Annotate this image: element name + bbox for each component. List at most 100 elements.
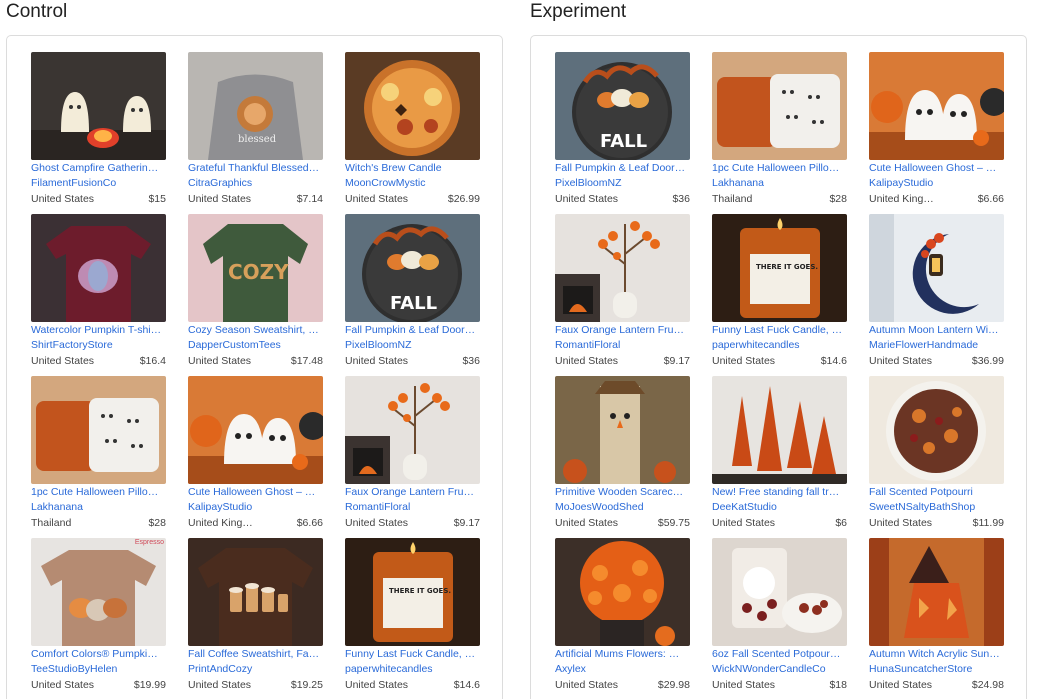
shop-name-link[interactable]: WickNWonderCandleCo bbox=[712, 661, 847, 677]
listing-title-link[interactable]: Witch's Brew Candle bbox=[345, 162, 480, 175]
lantern-fruit-image[interactable] bbox=[345, 376, 480, 484]
experiment-listing-card[interactable]: Cute Halloween Ghost – … KalipayStudio Uni… bbox=[869, 52, 1004, 214]
moon-lantern-image[interactable] bbox=[869, 214, 1004, 322]
listing-meta: United States $7.14 bbox=[188, 191, 323, 207]
shop-name-link[interactable]: ShirtFactoryStore bbox=[31, 337, 166, 353]
orange-candle-image[interactable] bbox=[345, 52, 480, 160]
experiment-listing-card[interactable]: FALL Fall Pumpkin & Leaf Door… PixelBloomN… bbox=[555, 52, 690, 214]
listing-price: $6.66 bbox=[296, 517, 323, 529]
shop-name-link[interactable]: FilamentFusionCo bbox=[31, 175, 166, 191]
shop-name-link[interactable]: RomantiFloral bbox=[555, 337, 690, 353]
pumpkin-shirt-image[interactable]: Espresso bbox=[31, 538, 166, 646]
shop-name-link[interactable]: DapperCustomTees bbox=[188, 337, 323, 353]
experiment-listing-card[interactable]: Autumn Moon Lantern Wi… MarieFlowerHandma… bbox=[869, 214, 1004, 376]
control-listing-card[interactable]: Fall Coffee Sweatshirt, Fa… PrintAndCozy U… bbox=[188, 538, 323, 699]
wooden-scarecrow-image[interactable] bbox=[555, 376, 690, 484]
cozy-sweatshirt-image[interactable]: COZY bbox=[188, 214, 323, 322]
experiment-listing-card[interactable]: Fall Scented Potpourri SweetNSaltyBathSho… bbox=[869, 376, 1004, 538]
listing-title-link[interactable]: Cute Halloween Ghost – … bbox=[188, 486, 323, 499]
shop-name-link[interactable]: paperwhitecandles bbox=[345, 661, 480, 677]
listing-title-link[interactable]: Fall Scented Potpourri bbox=[869, 486, 1004, 499]
shop-name-link[interactable]: HunaSuncatcherStore bbox=[869, 661, 1004, 677]
listing-title-link[interactable]: Autumn Witch Acrylic Sun… bbox=[869, 648, 1004, 661]
listing-title-link[interactable]: Fall Coffee Sweatshirt, Fa… bbox=[188, 648, 323, 661]
experiment-listing-card[interactable]: 1pc Cute Halloween Pillo… Lakhanana Thaila… bbox=[712, 52, 847, 214]
control-listing-card[interactable]: COZY Cozy Season Sweatshirt, … DapperCusto… bbox=[188, 214, 323, 376]
mums-flowers-image[interactable] bbox=[555, 538, 690, 646]
experiment-listing-card[interactable]: 6oz Fall Scented Potpour… WickNWonderCand… bbox=[712, 538, 847, 699]
listing-title-link[interactable]: Ghost Campfire Gatherin… bbox=[31, 162, 166, 175]
door-sign-image[interactable]: FALL bbox=[555, 52, 690, 160]
witch-suncatcher-image[interactable] bbox=[869, 538, 1004, 646]
control-listing-card[interactable]: Ghost Campfire Gatherin… FilamentFusionCo… bbox=[31, 52, 166, 214]
listing-title-link[interactable]: Primitive Wooden Scarec… bbox=[555, 486, 690, 499]
halloween-pillow-image[interactable] bbox=[31, 376, 166, 484]
listing-title-link[interactable]: Autumn Moon Lantern Wi… bbox=[869, 324, 1004, 337]
listing-title-link[interactable]: Funny Last Fuck Candle, … bbox=[712, 324, 847, 337]
shop-name-link[interactable]: PixelBloomNZ bbox=[555, 175, 690, 191]
halloween-pillow-image[interactable] bbox=[712, 52, 847, 160]
shop-name-link[interactable]: CitraGraphics bbox=[188, 175, 323, 191]
shop-name-link[interactable]: PrintAndCozy bbox=[188, 661, 323, 677]
experiment-listing-card[interactable]: Faux Orange Lantern Fru… RomantiFloral Uni… bbox=[555, 214, 690, 376]
listing-title-link[interactable]: 1pc Cute Halloween Pillo… bbox=[31, 486, 166, 499]
experiment-listing-card[interactable]: THERE IT GOES. Funny Last Fuck Candle, … p… bbox=[712, 214, 847, 376]
experiment-listing-card[interactable]: New! Free standing fall tr… DeeKatStudio U… bbox=[712, 376, 847, 538]
shop-name-link[interactable]: TeeStudioByHelen bbox=[31, 661, 166, 677]
shop-name-link[interactable]: Lakhanana bbox=[712, 175, 847, 191]
coffee-sweatshirt-image[interactable] bbox=[188, 538, 323, 646]
listing-price: $24.98 bbox=[971, 679, 1004, 691]
control-listing-card[interactable]: Faux Orange Lantern Fru… RomantiFloral Uni… bbox=[345, 376, 480, 538]
listing-title-link[interactable]: Watercolor Pumpkin T-shi… bbox=[31, 324, 166, 337]
experiment-listing-card[interactable]: Primitive Wooden Scarec… MoJoesWoodShed Un… bbox=[555, 376, 690, 538]
control-listing-card[interactable]: Witch's Brew Candle MoonCrowMystic United … bbox=[345, 52, 480, 214]
experiment-listing-card[interactable]: Autumn Witch Acrylic Sun… HunaSuncatcherS… bbox=[869, 538, 1004, 699]
listing-title-link[interactable]: 6oz Fall Scented Potpour… bbox=[712, 648, 847, 661]
listing-title-link[interactable]: Comfort Colors® Pumpki… bbox=[31, 648, 166, 661]
ghost-figurines-image[interactable] bbox=[188, 376, 323, 484]
listing-title-link[interactable]: Artificial Mums Flowers: … bbox=[555, 648, 690, 661]
funny-candle-image[interactable]: THERE IT GOES. bbox=[712, 214, 847, 322]
shop-name-link[interactable]: KalipayStudio bbox=[188, 499, 323, 515]
shop-name-link[interactable]: RomantiFloral bbox=[345, 499, 480, 515]
control-listing-card[interactable]: Cute Halloween Ghost – … KalipayStudio Uni… bbox=[188, 376, 323, 538]
listing-title-link[interactable]: Faux Orange Lantern Fru… bbox=[345, 486, 480, 499]
listing-title-link[interactable]: Fall Pumpkin & Leaf Door… bbox=[345, 324, 480, 337]
shop-name-link[interactable]: KalipayStudio bbox=[869, 175, 1004, 191]
listing-title-link[interactable]: Funny Last Fuck Candle, … bbox=[345, 648, 480, 661]
potpourri-bag-image[interactable] bbox=[712, 538, 847, 646]
listing-title-link[interactable]: Faux Orange Lantern Fru… bbox=[555, 324, 690, 337]
control-listing-card[interactable]: Watercolor Pumpkin T-shi… ShirtFactorySto… bbox=[31, 214, 166, 376]
shop-name-link[interactable]: MarieFlowerHandmade bbox=[869, 337, 1004, 353]
shop-name-link[interactable]: Axylex bbox=[555, 661, 690, 677]
shop-name-link[interactable]: Lakhanana bbox=[31, 499, 166, 515]
door-sign-image[interactable]: FALL bbox=[345, 214, 480, 322]
shop-name-link[interactable]: SweetNSaltyBathShop bbox=[869, 499, 1004, 515]
listing-title-link[interactable]: Cozy Season Sweatshirt, … bbox=[188, 324, 323, 337]
shop-name-link[interactable]: MoJoesWoodShed bbox=[555, 499, 690, 515]
control-listing-card[interactable]: FALL Fall Pumpkin & Leaf Door… PixelBloomN… bbox=[345, 214, 480, 376]
control-listing-card[interactable]: Espresso Comfort Colors® Pumpki… TeeStudio… bbox=[31, 538, 166, 699]
control-listing-card[interactable]: 1pc Cute Halloween Pillo… Lakhanana Thaila… bbox=[31, 376, 166, 538]
shop-name-link[interactable]: MoonCrowMystic bbox=[345, 175, 480, 191]
ghost-campfire-image[interactable] bbox=[31, 52, 166, 160]
listing-title-link[interactable]: New! Free standing fall tr… bbox=[712, 486, 847, 499]
listing-title-link[interactable]: 1pc Cute Halloween Pillo… bbox=[712, 162, 847, 175]
listing-title-link[interactable]: Fall Pumpkin & Leaf Door… bbox=[555, 162, 690, 175]
funny-candle-image[interactable]: THERE IT GOES. bbox=[345, 538, 480, 646]
potpourri-bowl-image[interactable] bbox=[869, 376, 1004, 484]
fall-trees-image[interactable] bbox=[712, 376, 847, 484]
ghost-figurines-image[interactable] bbox=[869, 52, 1004, 160]
control-listing-card[interactable]: blessed Grateful Thankful Blessed… CitraGr… bbox=[188, 52, 323, 214]
blessed-sweatshirt-image[interactable]: blessed bbox=[188, 52, 323, 160]
pumpkin-tshirt-image[interactable] bbox=[31, 214, 166, 322]
listing-title-link[interactable]: Cute Halloween Ghost – … bbox=[869, 162, 1004, 175]
shop-location: United States bbox=[31, 355, 95, 367]
control-listing-card[interactable]: THERE IT GOES. Funny Last Fuck Candle, … p… bbox=[345, 538, 480, 699]
lantern-fruit-image[interactable] bbox=[555, 214, 690, 322]
listing-title-link[interactable]: Grateful Thankful Blessed… bbox=[188, 162, 323, 175]
shop-name-link[interactable]: paperwhitecandles bbox=[712, 337, 847, 353]
shop-name-link[interactable]: DeeKatStudio bbox=[712, 499, 847, 515]
experiment-listing-card[interactable]: Artificial Mums Flowers: … Axylex United S… bbox=[555, 538, 690, 699]
shop-name-link[interactable]: PixelBloomNZ bbox=[345, 337, 480, 353]
